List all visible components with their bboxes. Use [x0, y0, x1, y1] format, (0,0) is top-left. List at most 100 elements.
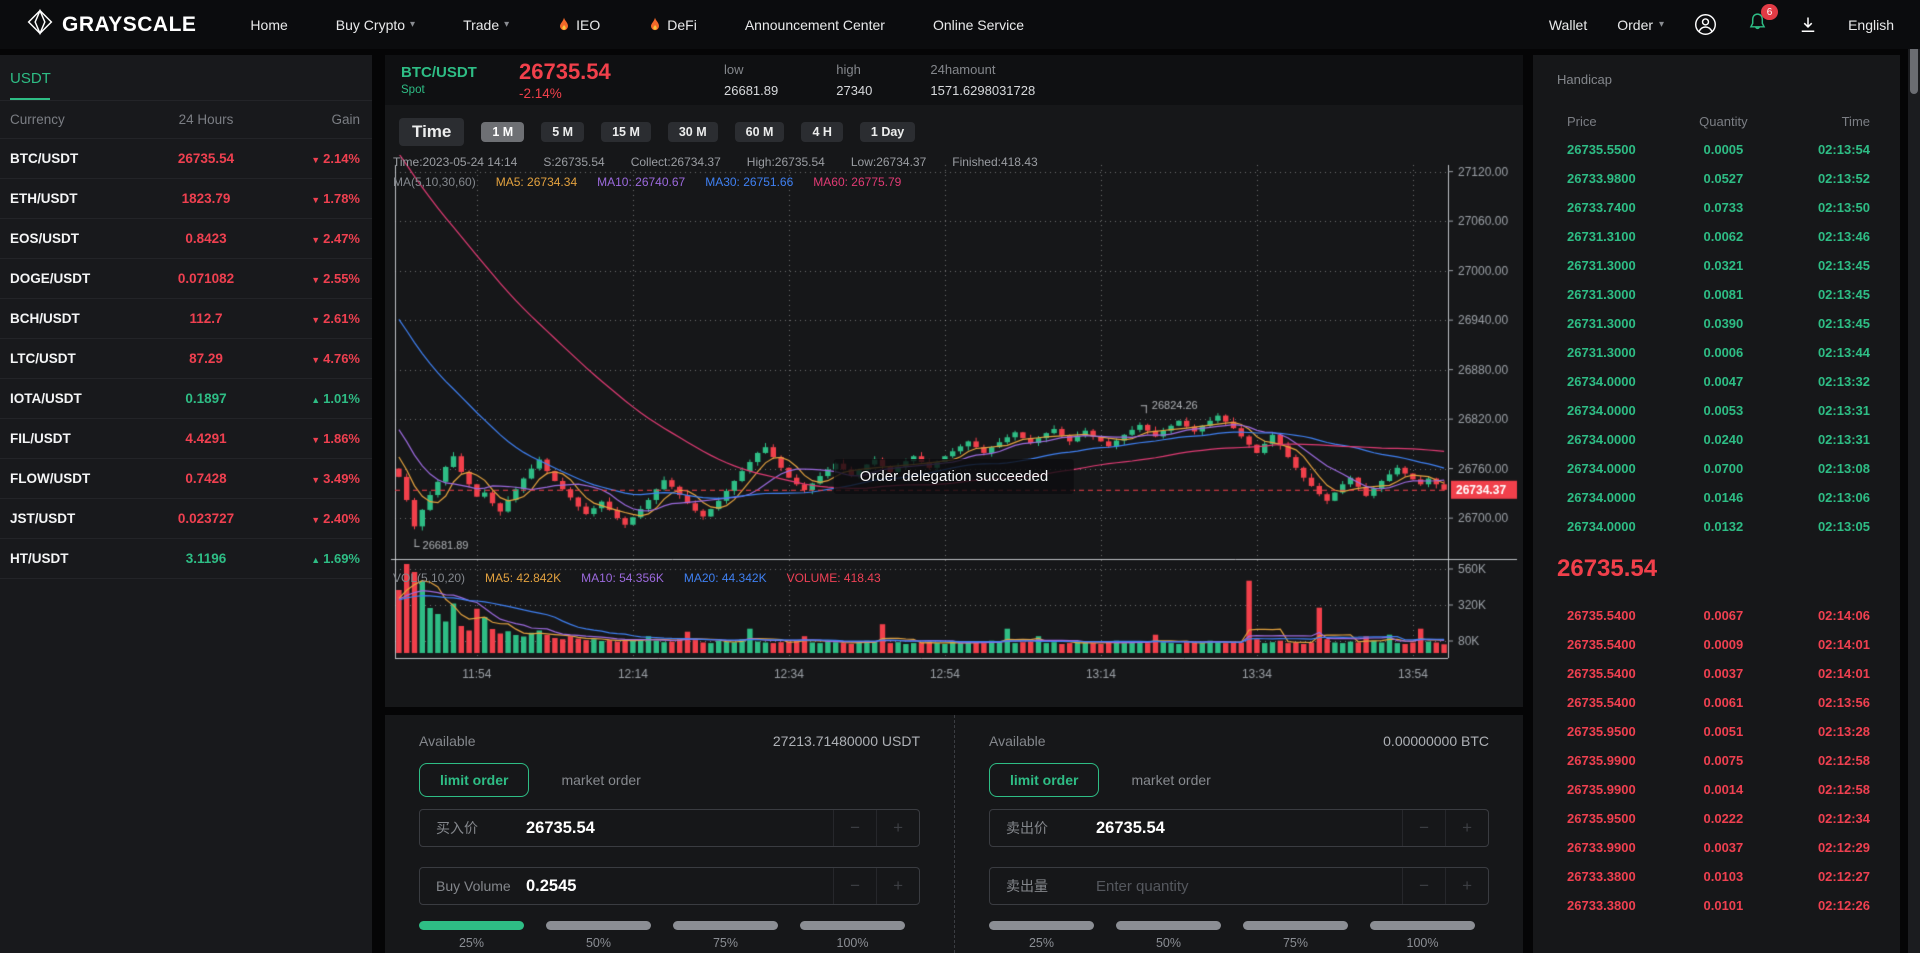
- handicap-row[interactable]: 26731.30000.032102:13:45: [1567, 251, 1870, 280]
- handicap-row[interactable]: 26735.55000.000502:13:54: [1567, 135, 1870, 164]
- percent-50-button[interactable]: 50%: [546, 921, 651, 950]
- plus-icon[interactable]: +: [1445, 868, 1488, 904]
- nav-item-trade[interactable]: Trade▾: [463, 17, 509, 33]
- percent-100-button[interactable]: 100%: [1370, 921, 1475, 950]
- notifications-bell-icon[interactable]: 6: [1747, 11, 1768, 38]
- market-row-ht-usdt[interactable]: HT/USDT3.1196▲1.69%: [0, 539, 372, 579]
- fire-icon: [648, 17, 662, 33]
- nav-item-wallet[interactable]: Wallet: [1549, 17, 1587, 33]
- sell-limit-order-button[interactable]: limit order: [989, 763, 1099, 797]
- buy-limit-order-button[interactable]: limit order: [419, 763, 529, 797]
- profile-icon[interactable]: [1694, 13, 1717, 36]
- handicap-row[interactable]: 26731.31000.006202:13:46: [1567, 222, 1870, 251]
- handicap-row[interactable]: 26734.00000.014602:13:06: [1567, 483, 1870, 512]
- interval-1m[interactable]: 1 M: [481, 122, 524, 142]
- handicap-row[interactable]: 26735.99000.007502:12:58: [1567, 746, 1870, 775]
- handicap-row[interactable]: 26731.30000.008102:13:45: [1567, 280, 1870, 309]
- tab-usdt[interactable]: USDT: [10, 70, 51, 87]
- market-list-header: Currency 24 Hours Gain: [0, 101, 372, 139]
- handicap-row[interactable]: 26731.30000.039002:13:45: [1567, 309, 1870, 338]
- sell-quantity-input[interactable]: [1094, 876, 1402, 897]
- market-row-fil-usdt[interactable]: FIL/USDT4.4291▼1.86%: [0, 419, 372, 459]
- handicap-row[interactable]: 26735.95000.005102:13:28: [1567, 717, 1870, 746]
- market-row-iota-usdt[interactable]: IOTA/USDT0.1897▲1.01%: [0, 379, 372, 419]
- sell-price-field[interactable]: 卖出价 −+: [989, 809, 1489, 847]
- buy-market-order-button[interactable]: market order: [555, 771, 646, 789]
- interval-time[interactable]: Time: [399, 118, 464, 146]
- buy-price-input[interactable]: [524, 818, 833, 839]
- market-row-bch-usdt[interactable]: BCH/USDT112.7▼2.61%: [0, 299, 372, 339]
- plus-icon[interactable]: +: [876, 810, 919, 846]
- interval-5m[interactable]: 5 M: [541, 122, 584, 142]
- nav-item-announcement-center[interactable]: Announcement Center: [745, 17, 885, 33]
- buy-volume-field[interactable]: Buy Volume −+: [419, 867, 920, 905]
- kline-canvas[interactable]: [385, 151, 1523, 707]
- sell-price-stepper: −+: [1402, 810, 1488, 846]
- interval-60m[interactable]: 60 M: [735, 122, 785, 142]
- nav-item-order[interactable]: Order▾: [1617, 17, 1664, 33]
- market-row-eos-usdt[interactable]: EOS/USDT0.8423▼2.47%: [0, 219, 372, 259]
- language-selector[interactable]: English: [1848, 17, 1894, 33]
- quote-tabs: USDT: [0, 55, 372, 101]
- plus-icon[interactable]: +: [876, 868, 919, 904]
- brand[interactable]: GRAYSCALE: [26, 8, 196, 41]
- percent-100-button[interactable]: 100%: [800, 921, 905, 950]
- nav-item-buy-crypto[interactable]: Buy Crypto▾: [336, 17, 415, 33]
- interval-1day[interactable]: 1 Day: [860, 122, 915, 142]
- handicap-row[interactable]: 26734.00000.024002:13:31: [1567, 425, 1870, 454]
- page-scrollbar[interactable]: ▲: [1908, 0, 1920, 953]
- handicap-row[interactable]: 26735.54000.006702:14:06: [1567, 601, 1870, 630]
- market-row-doge-usdt[interactable]: DOGE/USDT0.071082▼2.55%: [0, 259, 372, 299]
- handicap-row[interactable]: 26733.98000.052702:13:52: [1567, 164, 1870, 193]
- sell-price-input[interactable]: [1094, 818, 1402, 839]
- handicap-row[interactable]: 26735.54000.006102:13:56: [1567, 688, 1870, 717]
- handicap-row[interactable]: 26734.00000.070002:13:08: [1567, 454, 1870, 483]
- market-row-flow-usdt[interactable]: FLOW/USDT0.7428▼3.49%: [0, 459, 372, 499]
- kline-chart[interactable]: Time:2023-05-24 14:14S:26735.54Collect:2…: [385, 151, 1523, 707]
- handicap-row[interactable]: 26735.54000.003702:14:01: [1567, 659, 1870, 688]
- plus-icon[interactable]: +: [1445, 810, 1488, 846]
- handicap-row[interactable]: 26731.30000.000602:13:44: [1567, 338, 1870, 367]
- minus-icon[interactable]: −: [1402, 868, 1445, 904]
- minus-icon[interactable]: −: [833, 868, 876, 904]
- tab-underline: [10, 98, 50, 100]
- trading-app: GRAYSCALE Home Buy Crypto▾ Trade▾ IEO DeFi An…: [0, 0, 1920, 953]
- handicap-row[interactable]: 26733.38000.010302:12:27: [1567, 862, 1870, 891]
- minus-icon[interactable]: −: [1402, 810, 1445, 846]
- market-row-jst-usdt[interactable]: JST/USDT0.023727▼2.40%: [0, 499, 372, 539]
- handicap-row[interactable]: 26733.74000.073302:13:50: [1567, 193, 1870, 222]
- fire-icon: [557, 17, 571, 33]
- market-row-btc-usdt[interactable]: BTC/USDT26735.54▼2.14%: [0, 139, 372, 179]
- sell-market-order-button[interactable]: market order: [1125, 771, 1216, 789]
- nav-item-defi[interactable]: DeFi: [648, 17, 697, 33]
- percent-75-button[interactable]: 75%: [1243, 921, 1348, 950]
- handicap-row[interactable]: 26734.00000.004702:13:32: [1567, 367, 1870, 396]
- sell-quantity-stepper: −+: [1402, 868, 1488, 904]
- interval-4h[interactable]: 4 H: [801, 122, 842, 142]
- handicap-row[interactable]: 26734.00000.013202:13:05: [1567, 512, 1870, 541]
- interval-30m[interactable]: 30 M: [668, 122, 718, 142]
- handicap-row[interactable]: 26733.99000.003702:12:29: [1567, 833, 1870, 862]
- percent-25-button[interactable]: 25%: [989, 921, 1094, 950]
- buy-volume-input[interactable]: [524, 876, 833, 897]
- minus-icon[interactable]: −: [833, 810, 876, 846]
- interval-15m[interactable]: 15 M: [601, 122, 651, 142]
- handicap-row[interactable]: 26735.99000.001402:12:58: [1567, 775, 1870, 804]
- market-row-ltc-usdt[interactable]: LTC/USDT87.29▼4.76%: [0, 339, 372, 379]
- buy-price-field[interactable]: 买入价 −+: [419, 809, 920, 847]
- handicap-last-price: 26735.54: [1533, 541, 1900, 595]
- nav-item-online-service[interactable]: Online Service: [933, 17, 1024, 33]
- market-row-eth-usdt[interactable]: ETH/USDT1823.79▼1.78%: [0, 179, 372, 219]
- handicap-row[interactable]: 26734.00000.005302:13:31: [1567, 396, 1870, 425]
- download-icon[interactable]: [1798, 15, 1818, 35]
- nav-item-home[interactable]: Home: [250, 17, 287, 33]
- percent-50-button[interactable]: 50%: [1116, 921, 1221, 950]
- handicap-row[interactable]: 26735.54000.000902:14:01: [1567, 630, 1870, 659]
- sell-quantity-field[interactable]: 卖出量 −+: [989, 867, 1489, 905]
- handicap-row[interactable]: 26733.38000.010102:12:26: [1567, 891, 1870, 920]
- available-label: Available: [419, 733, 476, 749]
- handicap-row[interactable]: 26735.95000.022202:12:34: [1567, 804, 1870, 833]
- percent-75-button[interactable]: 75%: [673, 921, 778, 950]
- percent-25-button[interactable]: 25%: [419, 921, 524, 950]
- nav-item-ieo[interactable]: IEO: [557, 17, 600, 33]
